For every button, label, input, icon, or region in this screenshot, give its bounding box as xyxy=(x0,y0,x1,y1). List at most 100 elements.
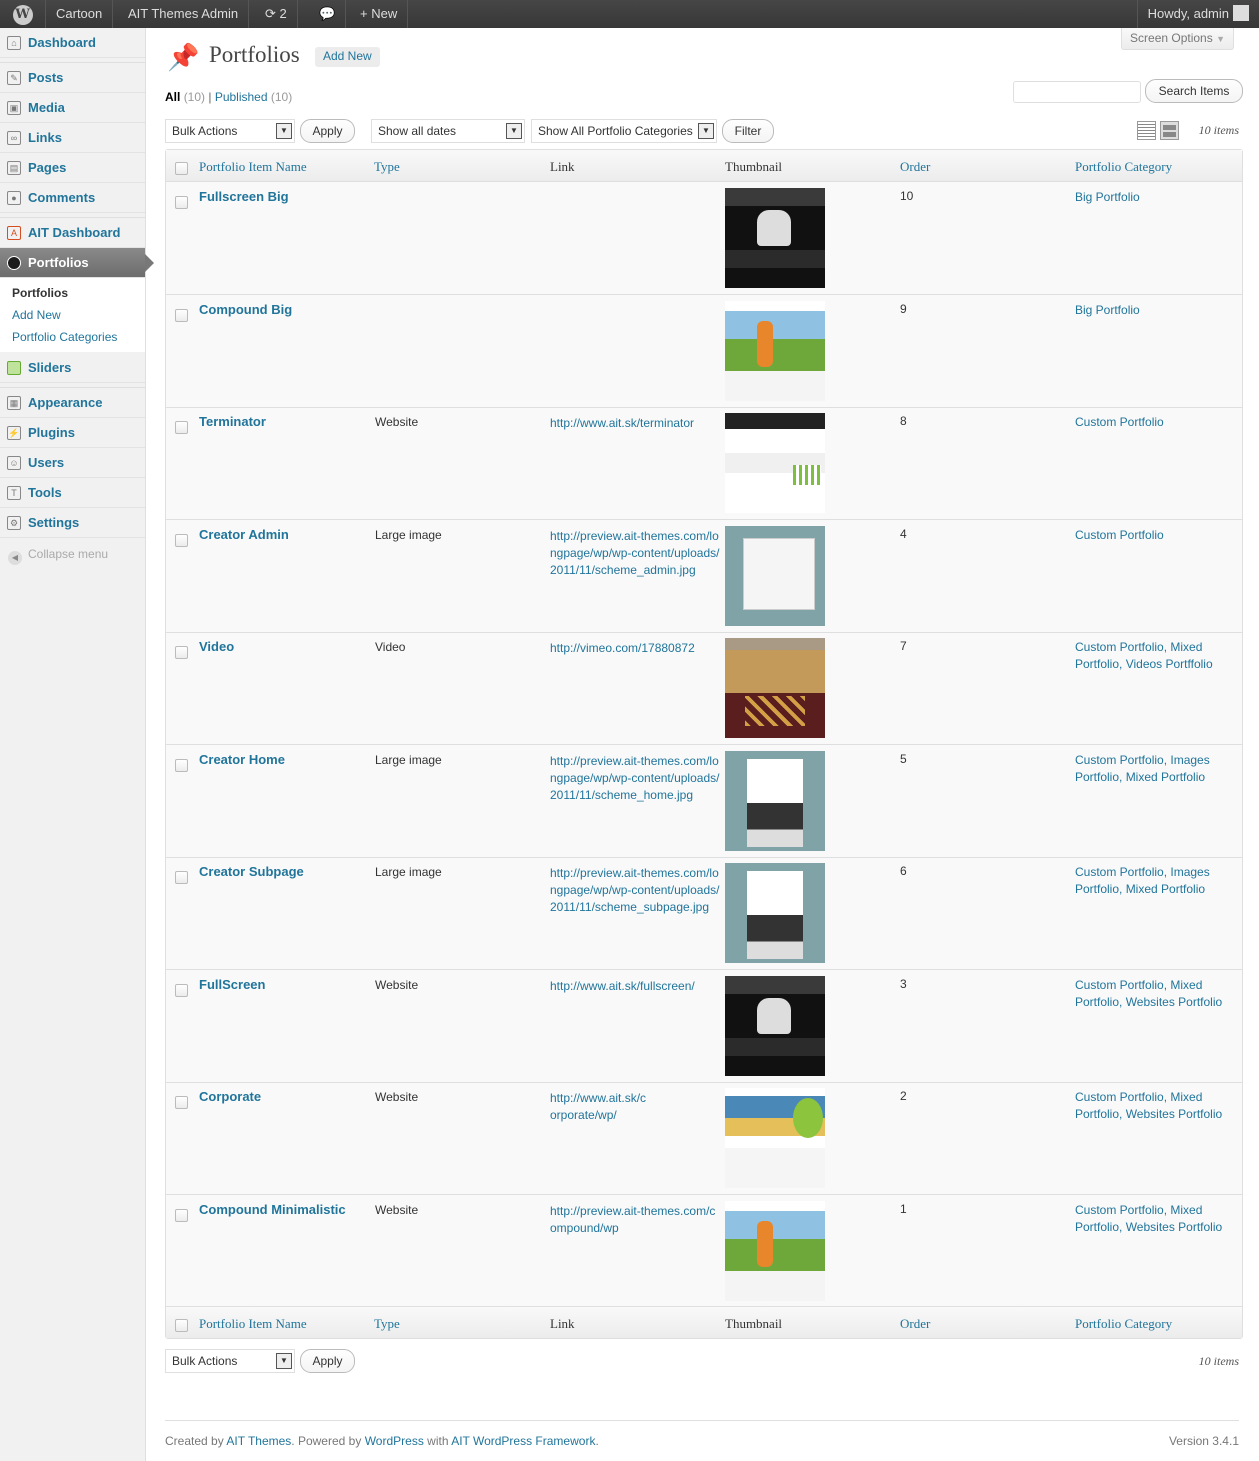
item-link[interactable]: http://www.ait.sk/corporate/wp/ xyxy=(550,1090,650,1124)
bulk-actions-select-bottom[interactable]: Bulk Actions ▼ xyxy=(165,1349,295,1373)
item-name-link[interactable]: Creator Admin xyxy=(199,527,289,542)
item-link[interactable]: http://preview.ait-themes.com/compound/w… xyxy=(550,1203,720,1237)
column-order-footer[interactable]: Order xyxy=(900,1316,930,1332)
item-name-link[interactable]: Compound Big xyxy=(199,302,292,317)
row-checkbox[interactable] xyxy=(175,1096,188,1109)
sidebar-item-links[interactable]: ∞ Links xyxy=(0,123,145,153)
add-new-button[interactable]: Add New xyxy=(315,47,380,67)
item-name-link[interactable]: FullScreen xyxy=(199,977,265,992)
item-name-link[interactable]: Corporate xyxy=(199,1089,261,1104)
sidebar-item-ait-dashboard[interactable]: A AIT Dashboard xyxy=(0,218,145,248)
screen-options-button[interactable]: Screen Options ▼ xyxy=(1121,28,1234,50)
column-name-header[interactable]: Portfolio Item Name xyxy=(199,159,307,175)
column-type-header[interactable]: Type xyxy=(374,159,400,175)
footer-framework-link[interactable]: AIT WordPress Framework xyxy=(451,1434,595,1448)
item-name-link[interactable]: Fullscreen Big xyxy=(199,189,289,204)
sidebar-item-plugins[interactable]: ⚡ Plugins xyxy=(0,418,145,448)
sidebar-item-media[interactable]: ▣ Media xyxy=(0,93,145,123)
apply-button-bottom[interactable]: Apply xyxy=(300,1349,355,1373)
column-order-header[interactable]: Order xyxy=(900,159,930,175)
apply-button[interactable]: Apply xyxy=(300,119,355,143)
row-checkbox[interactable] xyxy=(175,646,188,659)
categories-select[interactable]: Show All Portfolio Categories ▼ xyxy=(531,119,717,143)
item-category-link[interactable]: Custom Portfolio, Images Portfolio, Mixe… xyxy=(1075,864,1240,898)
row-checkbox[interactable] xyxy=(175,1209,188,1222)
thumbnail-image xyxy=(725,1201,825,1301)
collapse-menu-button[interactable]: ◀ Collapse menu xyxy=(8,547,108,565)
select-all-checkbox-footer[interactable] xyxy=(175,1319,188,1332)
column-type-footer[interactable]: Type xyxy=(374,1316,400,1332)
sidebar-item-dashboard[interactable]: ⌂ Dashboard xyxy=(0,28,145,58)
item-type: Website xyxy=(375,1090,419,1104)
account-menu[interactable]: Howdy, admin xyxy=(1136,0,1259,28)
column-name-footer[interactable]: Portfolio Item Name xyxy=(199,1316,307,1332)
item-category-link[interactable]: Big Portfolio xyxy=(1075,189,1240,206)
sidebar-item-comments[interactable]: ● Comments xyxy=(0,183,145,213)
bulk-actions-select[interactable]: Bulk Actions ▼ xyxy=(165,119,295,143)
column-category-footer[interactable]: Portfolio Category xyxy=(1075,1316,1172,1332)
item-category-link[interactable]: Custom Portfolio, Mixed Portfolio, Video… xyxy=(1075,639,1240,673)
item-order: 6 xyxy=(900,864,907,878)
sidebar-item-users[interactable]: ☺ Users xyxy=(0,448,145,478)
filter-published-link[interactable]: Published (10) xyxy=(215,90,292,104)
dropdown-arrow-icon: ▼ xyxy=(276,123,292,139)
filter-all-link[interactable]: All (10) xyxy=(165,90,205,104)
sidebar-item-tools[interactable]: T Tools xyxy=(0,478,145,508)
item-category-link[interactable]: Custom Portfolio, Mixed Portfolio, Websi… xyxy=(1075,1202,1240,1236)
dates-select[interactable]: Show all dates ▼ xyxy=(371,119,525,143)
search-input[interactable] xyxy=(1013,81,1141,103)
item-link[interactable]: http://preview.ait-themes.com/longpage/w… xyxy=(550,528,720,579)
row-checkbox[interactable] xyxy=(175,759,188,772)
sidebar-item-posts[interactable]: ✎ Posts xyxy=(0,63,145,93)
row-checkbox[interactable] xyxy=(175,534,188,547)
item-name-link[interactable]: Video xyxy=(199,639,234,654)
excerpt-view-icon[interactable] xyxy=(1160,121,1179,140)
categories-value: Show All Portfolio Categories xyxy=(538,124,693,138)
item-name-link[interactable]: Creator Subpage xyxy=(199,864,304,879)
row-checkbox[interactable] xyxy=(175,196,188,209)
table-row: Video Video http://vimeo.com/17880872 7 … xyxy=(166,633,1242,745)
select-all-checkbox[interactable] xyxy=(175,162,188,175)
item-category-link[interactable]: Custom Portfolio, Mixed Portfolio, Websi… xyxy=(1075,977,1240,1011)
sidebar-item-portfolios[interactable]: Portfolios xyxy=(0,248,154,278)
list-view-icon[interactable] xyxy=(1137,121,1156,140)
row-checkbox[interactable] xyxy=(175,421,188,434)
pin-icon: ✎ xyxy=(7,71,21,85)
item-link[interactable]: http://www.ait.sk/fullscreen/ xyxy=(550,978,720,995)
sidebar-item-pages[interactable]: ▤ Pages xyxy=(0,153,145,183)
submenu-add-new[interactable]: Add New xyxy=(12,308,61,322)
item-link[interactable]: http://vimeo.com/17880872 xyxy=(550,640,720,657)
comments-icon[interactable]: 💬 xyxy=(309,0,347,28)
item-category-link[interactable]: Custom Portfolio xyxy=(1075,414,1240,431)
portfolios-submenu: Portfolios Add New Portfolio Categories xyxy=(0,278,145,352)
column-category-header[interactable]: Portfolio Category xyxy=(1075,159,1172,175)
search-items-button[interactable]: Search Items xyxy=(1145,79,1243,103)
item-link[interactable]: http://www.ait.sk/terminator xyxy=(550,415,720,432)
item-link[interactable]: http://preview.ait-themes.com/longpage/w… xyxy=(550,753,720,804)
sidebar-item-sliders[interactable]: Sliders xyxy=(0,353,145,383)
sidebar-item-appearance[interactable]: ▦ Appearance xyxy=(0,388,145,418)
updates-link[interactable]: ⟳ 2 xyxy=(255,0,298,28)
row-checkbox[interactable] xyxy=(175,309,188,322)
item-category-link[interactable]: Custom Portfolio, Mixed Portfolio, Websi… xyxy=(1075,1089,1240,1123)
footer-ait-themes-link[interactable]: AIT Themes xyxy=(226,1434,291,1448)
item-name-link[interactable]: Creator Home xyxy=(199,752,285,767)
submenu-portfolios[interactable]: Portfolios xyxy=(12,286,68,300)
submenu-portfolio-categories[interactable]: Portfolio Categories xyxy=(12,330,117,344)
row-checkbox[interactable] xyxy=(175,984,188,997)
row-checkbox[interactable] xyxy=(175,871,188,884)
footer-wordpress-link[interactable]: WordPress xyxy=(365,1434,424,1448)
table-row: FullScreen Website http://www.ait.sk/ful… xyxy=(166,971,1242,1083)
item-name-link[interactable]: Terminator xyxy=(199,414,266,429)
item-category-link[interactable]: Big Portfolio xyxy=(1075,302,1240,319)
item-name-link[interactable]: Compound Minimalistic xyxy=(199,1202,346,1217)
sidebar-item-settings[interactable]: ⚙ Settings xyxy=(0,508,145,538)
item-category-link[interactable]: Custom Portfolio, Images Portfolio, Mixe… xyxy=(1075,752,1240,786)
site-name-link[interactable]: Cartoon xyxy=(46,0,114,28)
filter-button[interactable]: Filter xyxy=(722,119,774,143)
wordpress-logo-icon[interactable]: W xyxy=(0,0,46,28)
theme-admin-link[interactable]: AIT Themes Admin xyxy=(118,0,250,28)
item-category-link[interactable]: Custom Portfolio xyxy=(1075,527,1240,544)
item-link[interactable]: http://preview.ait-themes.com/longpage/w… xyxy=(550,865,720,916)
new-content-link[interactable]: + New xyxy=(350,0,409,28)
